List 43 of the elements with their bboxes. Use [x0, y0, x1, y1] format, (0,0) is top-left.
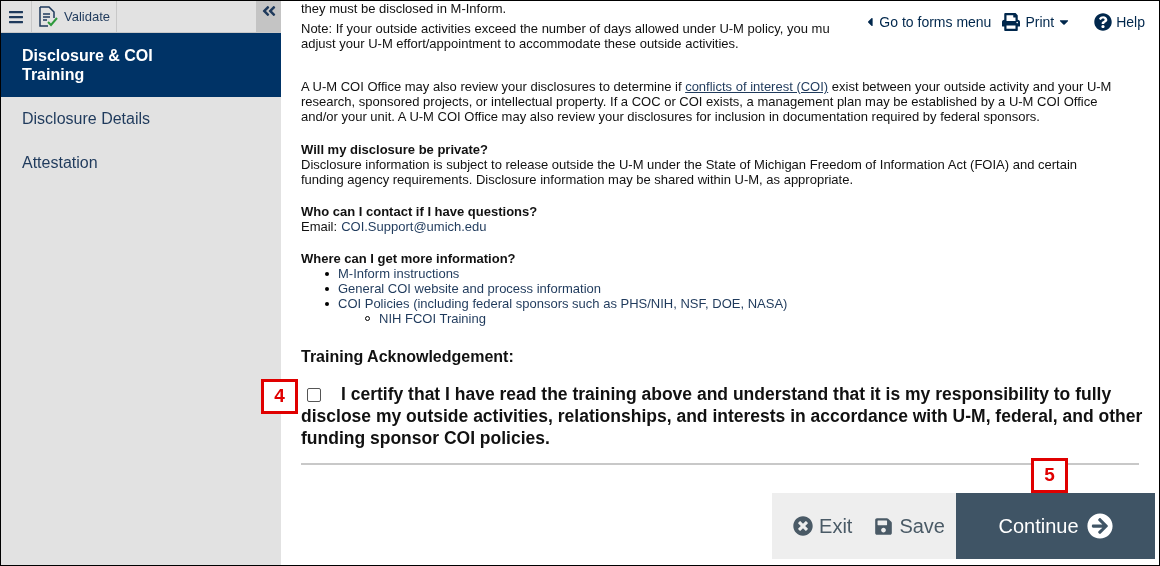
- caret-left-icon: [865, 15, 876, 29]
- step-number-callout: 5: [1031, 458, 1068, 493]
- bullet-icon: [325, 286, 329, 291]
- print-link[interactable]: Print: [1001, 11, 1071, 33]
- info-link[interactable]: M-Inform instructions: [338, 266, 460, 281]
- note-text: adjust your U-M effort/appointment to accommodate these outside activities.: [301, 36, 739, 51]
- email-label: Email:: [301, 219, 338, 234]
- validate-button[interactable]: Validate: [32, 1, 117, 32]
- save-button[interactable]: Save: [863, 493, 956, 559]
- section-heading: Who can I contact if I have questions?: [301, 204, 539, 219]
- paragraph: they must be disclosed in M-Inform.: [301, 1, 507, 16]
- document-check-icon: [38, 5, 58, 28]
- bullet-icon: [325, 271, 329, 276]
- chevrons-left-icon: [260, 3, 277, 19]
- help-icon: [1094, 13, 1113, 31]
- info-link[interactable]: COI Policies (including federal sponsors such as PHS/NIH, NSF, DOE, NASA): [338, 296, 788, 311]
- help-link[interactable]: Help: [1094, 11, 1145, 33]
- section-heading: Training Acknowledgement:: [301, 347, 515, 367]
- paragraph: A U-M COI Office may also review your disclosures to determine if conflicts of interest (COI) exist between your outside activity and your U-M research, sponsored projects, or intellectual property. If a COC or COI exists, a management plan may be established by a U-M COI Office and/or your unit. A U-M COI Office may also review your disclosures for inclusion in documentation required by federal sponsors.: [301, 79, 1113, 124]
- sidebar-item[interactable]: Attestation: [1, 141, 281, 185]
- certify-checkbox[interactable]: [307, 388, 321, 402]
- print-icon: [1001, 13, 1022, 31]
- sidebar-item[interactable]: Disclosure Details: [1, 97, 281, 141]
- back-link[interactable]: Go to forms menu: [865, 11, 992, 33]
- menu-icon: [8, 8, 24, 25]
- step-number-callout: 4: [261, 379, 298, 414]
- close-icon: [793, 516, 814, 536]
- bullet-icon: [325, 301, 329, 306]
- arrow-right-icon: [1086, 513, 1113, 539]
- exit-button[interactable]: Exit: [782, 493, 864, 559]
- coi-link[interactable]: conflicts of interest (COI): [685, 79, 829, 94]
- info-link[interactable]: NIH FCOI Training: [379, 311, 486, 326]
- email-link[interactable]: COI.Support@umich.edu: [341, 219, 487, 234]
- paragraph: Disclosure information is subject to release outside the U-M under the State of Michigan Freedom of Information Act (FOIA) and certain funding agency requirements. Disclosure information may be shared within U-M, as appropriate.: [301, 157, 1079, 187]
- certify-text: I certify that I have read the training above and understand that it is my responsibility to fully disclose my outside activities, relationships, and interests in accordance with U-M, federal, and other funding sponsor COI policies.: [301, 383, 1144, 449]
- section-heading: Where can I get more information?: [301, 251, 517, 266]
- sidebar-item[interactable]: Disclosure & COI Training: [1, 33, 281, 97]
- info-link[interactable]: General COI website and process information: [338, 281, 601, 296]
- section-heading: Will my disclosure be private?: [301, 142, 489, 157]
- save-icon: [874, 516, 894, 536]
- collapse-button[interactable]: [256, 1, 281, 32]
- continue-button[interactable]: Continue: [956, 493, 1155, 559]
- note-text: Note: If your outside activities exceed the number of days allowed under U-M policy, you mu: [301, 21, 830, 36]
